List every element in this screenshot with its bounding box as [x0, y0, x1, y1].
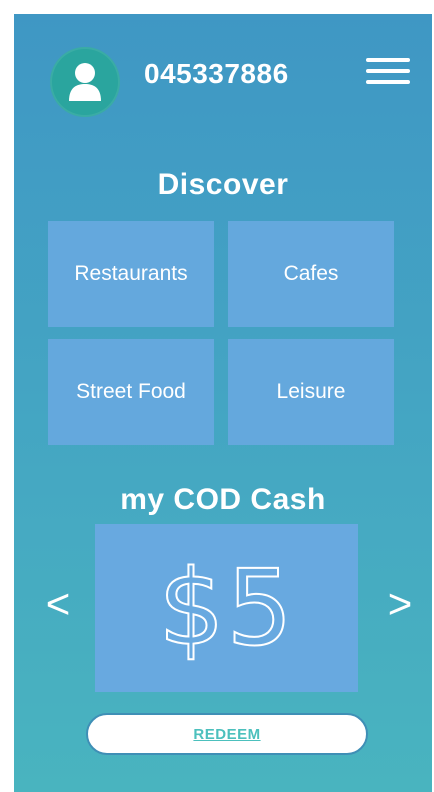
hamburger-menu-icon[interactable] — [366, 58, 410, 84]
previous-arrow-icon[interactable]: < — [38, 574, 78, 634]
category-street-food[interactable]: Street Food — [48, 339, 214, 445]
category-label: Leisure — [276, 380, 346, 403]
category-leisure[interactable]: Leisure — [228, 339, 394, 445]
redeem-label: REDEEM — [193, 725, 261, 743]
cash-amount: $5 — [157, 546, 295, 670]
app-screen: 045337886 Discover Restaurants Cafes Str… — [14, 14, 432, 792]
category-label: Cafes — [283, 262, 339, 285]
phone-number: 045337886 — [144, 58, 289, 89]
category-cafes[interactable]: Cafes — [228, 221, 394, 327]
next-arrow-icon[interactable]: > — [380, 574, 420, 634]
cash-title: my COD Cash — [120, 483, 326, 516]
user-avatar-icon — [69, 63, 101, 101]
category-restaurants[interactable]: Restaurants — [48, 221, 214, 327]
discover-title: Discover — [157, 168, 289, 201]
cash-balance-card: $5 — [95, 524, 358, 692]
user-avatar[interactable] — [50, 47, 120, 117]
category-label: Restaurants — [74, 262, 188, 285]
category-label: Street Food — [76, 380, 186, 403]
redeem-button[interactable]: REDEEM — [86, 713, 368, 755]
